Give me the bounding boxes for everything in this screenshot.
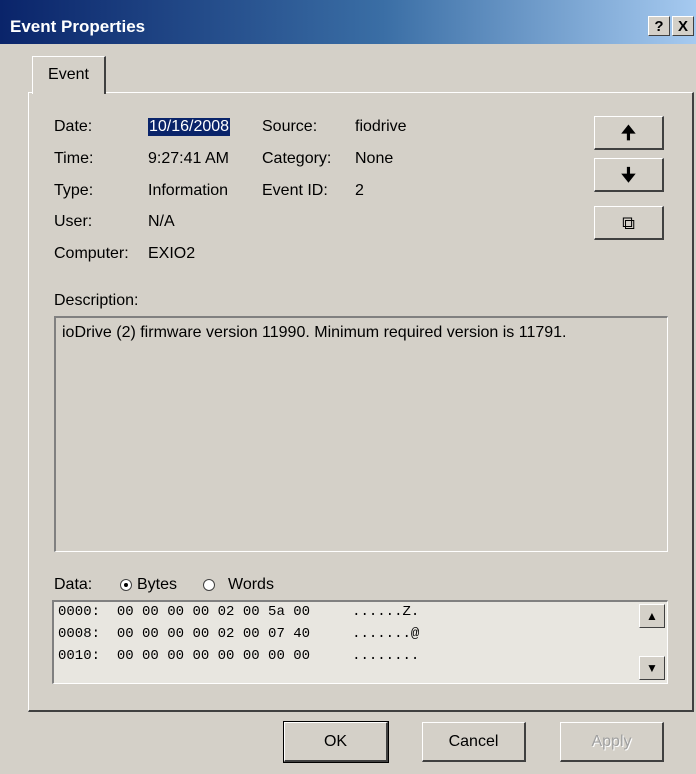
type-label: Type: xyxy=(54,182,94,199)
title-bar[interactable]: Event Properties ? X xyxy=(0,0,696,44)
copy-icon: ⧉ xyxy=(622,213,635,233)
eventid-label: Event ID: xyxy=(262,182,328,199)
source-value: fiodrive xyxy=(355,118,407,135)
source-label: Source: xyxy=(262,118,318,135)
data-row-offset: 0000: xyxy=(58,604,101,620)
data-row: 0008: 00 00 00 00 02 00 07 40 .......@ xyxy=(58,626,419,642)
copy-button[interactable]: ⧉ xyxy=(594,206,664,240)
bytes-label[interactable]: Bytes xyxy=(137,576,177,594)
date-value[interactable]: 10/16/2008 xyxy=(148,118,231,136)
cancel-button[interactable]: Cancel xyxy=(422,722,526,762)
computer-label: Computer: xyxy=(54,245,129,262)
data-label: Data: xyxy=(54,576,93,593)
words-radio[interactable] xyxy=(203,579,215,591)
time-label: Time: xyxy=(54,150,94,167)
data-row: 0000: 00 00 00 00 02 00 5a 00 ......Z. xyxy=(58,604,419,620)
scroll-up-icon[interactable]: ▲ xyxy=(639,604,665,628)
apply-button[interactable]: Apply xyxy=(560,722,664,762)
data-row-hex: 00 00 00 00 02 00 07 40 xyxy=(116,626,311,642)
window-title: Event Properties xyxy=(10,17,146,36)
previous-event-button[interactable]: 🠉 xyxy=(594,116,664,150)
bytes-radio[interactable] xyxy=(120,579,132,591)
data-scrollbar[interactable]: ▲ ▼ xyxy=(639,604,665,682)
category-value: None xyxy=(355,150,394,167)
up-arrow-icon: 🠉 xyxy=(621,123,636,143)
close-button[interactable]: X xyxy=(672,16,694,36)
type-value: Information xyxy=(148,182,229,199)
user-value: N/A xyxy=(148,213,175,230)
data-row-offset: 0008: xyxy=(58,626,101,642)
data-row-hex: 00 00 00 00 00 00 00 00 xyxy=(116,648,311,664)
description-box[interactable]: ioDrive (2) firmware version 11990. Mini… xyxy=(54,316,668,552)
help-button[interactable]: ? xyxy=(648,16,670,36)
time-value: 9:27:41 AM xyxy=(148,150,229,167)
data-row-ascii: ........ xyxy=(352,648,420,664)
data-row-ascii: ......Z. xyxy=(352,604,420,620)
description-label: Description: xyxy=(54,292,139,309)
category-label: Category: xyxy=(262,150,332,167)
data-row-ascii: .......@ xyxy=(352,626,420,642)
user-label: User: xyxy=(54,213,93,230)
data-row: 0010: 00 00 00 00 00 00 00 00 ........ xyxy=(58,648,419,664)
tab-event-label: Event xyxy=(48,66,89,83)
words-label[interactable]: Words xyxy=(228,576,274,594)
scroll-down-icon[interactable]: ▼ xyxy=(639,656,665,680)
tab-event[interactable]: Event xyxy=(32,56,106,94)
description-text: ioDrive (2) firmware version 11990. Mini… xyxy=(62,324,567,341)
eventid-value: 2 xyxy=(355,182,364,199)
data-row-hex: 00 00 00 00 02 00 5a 00 xyxy=(116,604,311,620)
ok-button[interactable]: OK xyxy=(283,721,389,763)
next-event-button[interactable]: 🠋 xyxy=(594,158,664,192)
date-label: Date: xyxy=(54,118,93,135)
data-box[interactable]: 0000: 00 00 00 00 02 00 5a 00 ......Z. 0… xyxy=(52,600,668,684)
computer-value: EXIO2 xyxy=(148,245,196,262)
data-row-offset: 0010: xyxy=(58,648,101,664)
down-arrow-icon: 🠋 xyxy=(621,165,636,185)
